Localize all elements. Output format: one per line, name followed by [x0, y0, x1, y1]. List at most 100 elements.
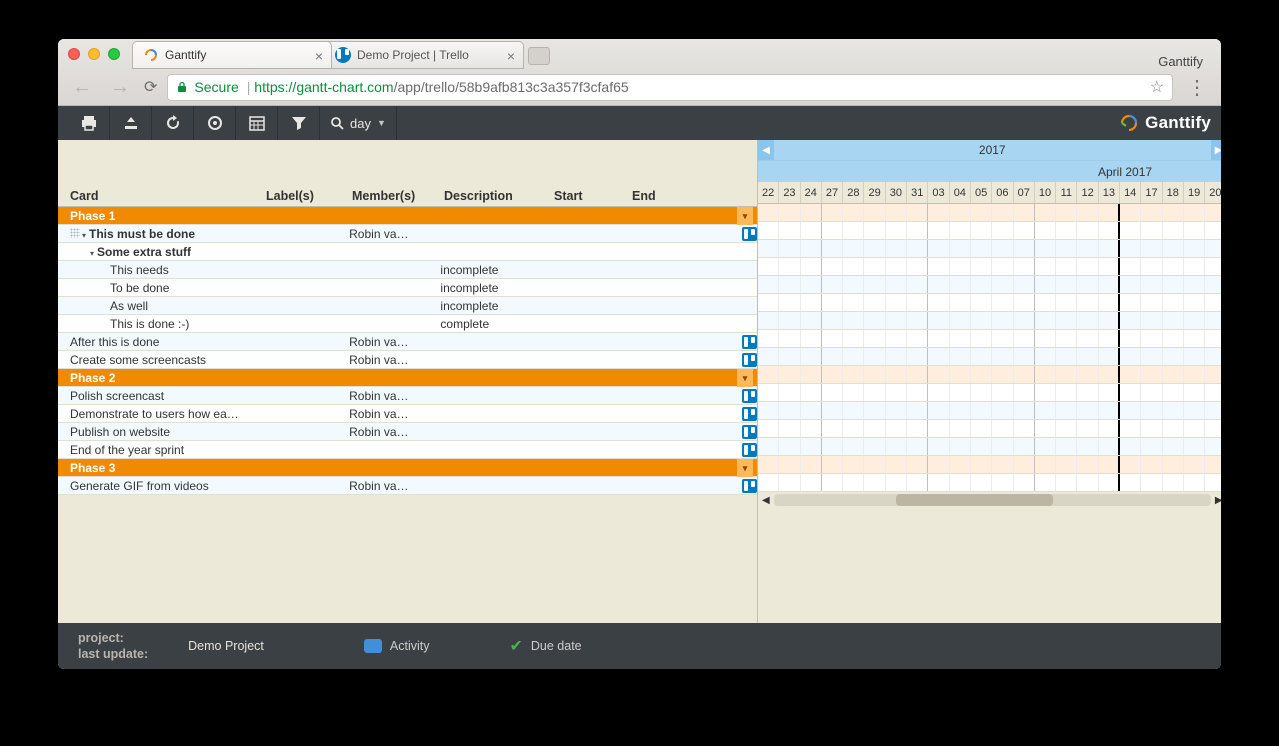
tab-ganttify[interactable]: Ganttify ×	[132, 41, 332, 69]
task-row[interactable]: ▾Some extra stuff	[58, 243, 757, 261]
timeline-phase-row[interactable]	[758, 204, 1221, 222]
day-header[interactable]: 24	[801, 182, 822, 203]
day-header[interactable]: 19	[1184, 182, 1205, 203]
task-row[interactable]: Publish on websiteRobin va…	[58, 423, 757, 441]
timeline-phase-row[interactable]	[758, 366, 1221, 384]
col-labels[interactable]: Label(s)	[266, 189, 352, 203]
timeline-prev-button[interactable]: ◀	[758, 140, 774, 160]
day-header[interactable]: 30	[886, 182, 907, 203]
col-end[interactable]: End	[632, 189, 712, 203]
timeline-row[interactable]	[758, 312, 1221, 330]
task-row[interactable]: End of the year sprint	[58, 441, 757, 459]
task-row[interactable]: Demonstrate to users how ea…Robin va…	[58, 405, 757, 423]
day-header[interactable]: 18	[1163, 182, 1184, 203]
day-header[interactable]: 27	[822, 182, 843, 203]
trello-link-icon[interactable]	[742, 479, 757, 493]
timeline-next-button[interactable]: ▶	[1211, 140, 1221, 160]
chrome-user-label[interactable]: Ganttify	[1158, 54, 1211, 69]
day-header[interactable]: 17	[1141, 182, 1162, 203]
timeline-row[interactable]	[758, 438, 1221, 456]
browser-menu-button[interactable]: ⋮	[1183, 75, 1211, 100]
filter-button[interactable]	[278, 106, 320, 140]
scroll-track[interactable]	[774, 494, 1211, 506]
reload-button[interactable]: ⟳	[144, 77, 157, 97]
day-header[interactable]: 29	[864, 182, 885, 203]
task-row[interactable]: This is done :-)complete	[58, 315, 757, 333]
address-bar[interactable]: Secure | https://gantt-chart.com /app/tr…	[167, 74, 1173, 101]
refresh-button[interactable]	[152, 106, 194, 140]
tree-toggle-icon[interactable]: ▾	[82, 231, 86, 240]
collapse-toggle-icon[interactable]: ▾	[737, 369, 753, 387]
task-row[interactable]: Generate GIF from videosRobin va…	[58, 477, 757, 495]
day-header[interactable]: 06	[992, 182, 1013, 203]
task-row[interactable]: Polish screencastRobin va…	[58, 387, 757, 405]
day-header[interactable]: 10	[1035, 182, 1056, 203]
forward-button[interactable]: →	[106, 76, 134, 99]
phase-row[interactable]: Phase 2 ▾	[58, 369, 757, 387]
import-button[interactable]	[110, 106, 152, 140]
timeline-row[interactable]	[758, 276, 1221, 294]
close-window-button[interactable]	[68, 48, 80, 60]
day-header[interactable]: 03	[928, 182, 949, 203]
trello-link-icon[interactable]	[742, 389, 757, 403]
task-row[interactable]: This needsincomplete	[58, 261, 757, 279]
timeline-row[interactable]	[758, 402, 1221, 420]
print-button[interactable]	[68, 106, 110, 140]
timeline-row[interactable]	[758, 222, 1221, 240]
day-header[interactable]: 12	[1077, 182, 1098, 203]
bookmark-star-icon[interactable]: ☆	[1150, 77, 1164, 97]
day-header[interactable]: 28	[843, 182, 864, 203]
col-card[interactable]: Card	[70, 189, 266, 203]
phase-row[interactable]: Phase 1 ▾	[58, 207, 757, 225]
trello-link-icon[interactable]	[742, 407, 757, 421]
brand[interactable]: Ganttify	[1119, 113, 1211, 133]
new-tab-button[interactable]	[528, 47, 550, 65]
timeline-row[interactable]	[758, 330, 1221, 348]
trello-link-icon[interactable]	[742, 227, 757, 241]
task-row[interactable]: To be doneincomplete	[58, 279, 757, 297]
trello-link-icon[interactable]	[742, 443, 757, 457]
day-header[interactable]: 23	[779, 182, 800, 203]
day-header[interactable]: 14	[1120, 182, 1141, 203]
timeline-row[interactable]	[758, 384, 1221, 402]
trello-link-icon[interactable]	[742, 353, 757, 367]
timeline-row[interactable]	[758, 348, 1221, 366]
tab-trello[interactable]: Demo Project | Trello ×	[324, 41, 524, 69]
day-header[interactable]: 04	[950, 182, 971, 203]
scroll-right-icon[interactable]: ▶	[1215, 495, 1221, 506]
close-tab-icon[interactable]: ×	[315, 48, 323, 64]
scroll-thumb[interactable]	[896, 494, 1053, 506]
collapse-toggle-icon[interactable]: ▾	[737, 459, 753, 477]
col-members[interactable]: Member(s)	[352, 189, 444, 203]
day-header[interactable]: 11	[1056, 182, 1077, 203]
collapse-toggle-icon[interactable]: ▾	[737, 207, 753, 225]
minimize-window-button[interactable]	[88, 48, 100, 60]
task-row[interactable]: ▾This must be doneRobin va…	[58, 225, 757, 243]
day-header[interactable]: 07	[1014, 182, 1035, 203]
zoom-dropdown[interactable]: day ▼	[320, 106, 397, 140]
col-description[interactable]: Description	[444, 189, 554, 203]
day-header[interactable]: 31	[907, 182, 928, 203]
day-header[interactable]: 20	[1205, 182, 1221, 203]
timeline-phase-row[interactable]	[758, 456, 1221, 474]
timeline-row[interactable]	[758, 474, 1221, 492]
scroll-left-icon[interactable]: ◀	[762, 495, 770, 506]
timeline-row[interactable]	[758, 240, 1221, 258]
timeline-row[interactable]	[758, 420, 1221, 438]
phase-row[interactable]: Phase 3 ▾	[58, 459, 757, 477]
close-tab-icon[interactable]: ×	[507, 48, 515, 64]
tree-toggle-icon[interactable]: ▾	[90, 249, 94, 258]
horizontal-scrollbar[interactable]: ◀ ▶	[758, 492, 1221, 508]
task-row[interactable]: As wellincomplete	[58, 297, 757, 315]
trello-link-icon[interactable]	[742, 335, 757, 349]
timeline-row[interactable]	[758, 258, 1221, 276]
task-row[interactable]: After this is doneRobin va…	[58, 333, 757, 351]
day-header[interactable]: 05	[971, 182, 992, 203]
task-row[interactable]: Create some screencastsRobin va…	[58, 351, 757, 369]
timeline-row[interactable]	[758, 294, 1221, 312]
record-button[interactable]	[194, 106, 236, 140]
trello-link-icon[interactable]	[742, 425, 757, 439]
back-button[interactable]: ←	[68, 76, 96, 99]
day-header[interactable]: 22	[758, 182, 779, 203]
col-start[interactable]: Start	[554, 189, 632, 203]
